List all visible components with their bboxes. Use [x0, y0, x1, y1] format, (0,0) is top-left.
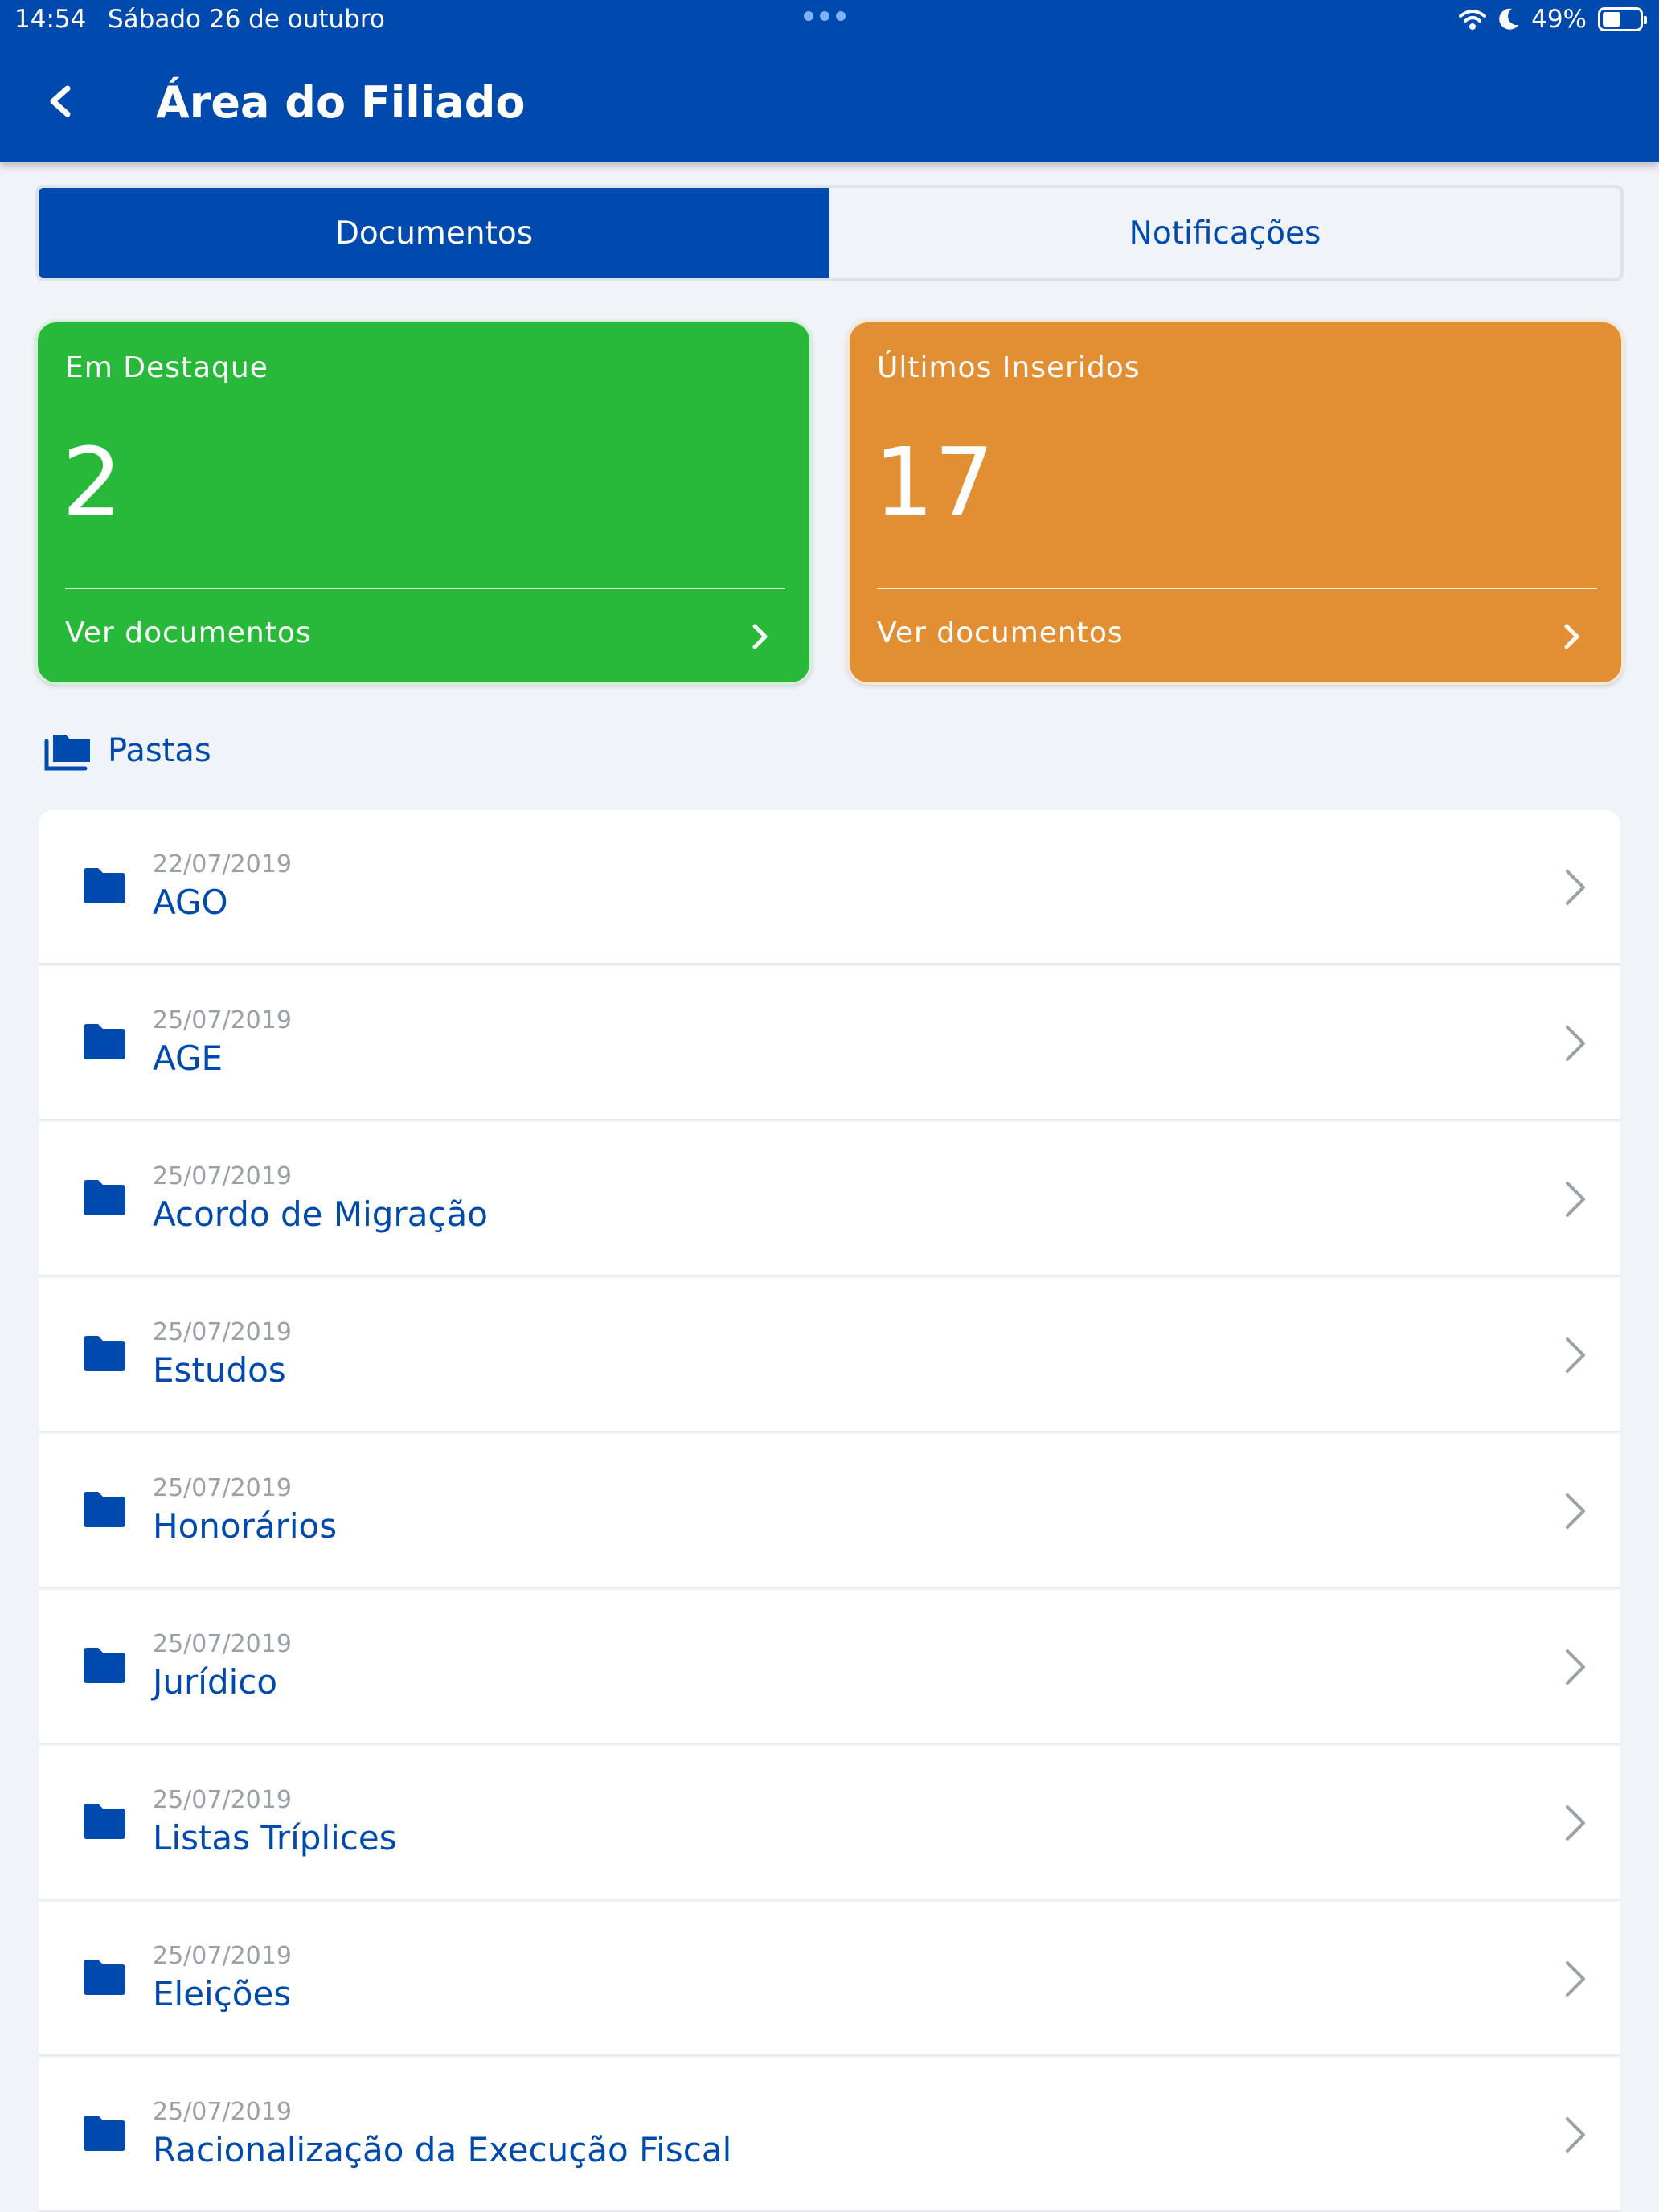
tab-notificacoes[interactable]: Notificações	[830, 188, 1620, 278]
folder-icon	[84, 1180, 125, 1215]
status-indicators: 49%	[1459, 5, 1647, 34]
multitasking-dots-icon[interactable]	[804, 11, 846, 21]
folder-icon	[84, 1804, 125, 1839]
folder-name: Jurídico	[153, 1662, 278, 1702]
chevron-right-icon	[1566, 2117, 1585, 2153]
folder-name: Acordo de Migração	[153, 1194, 488, 1234]
battery-percent: 49%	[1531, 5, 1587, 34]
moon-icon	[1499, 8, 1519, 30]
recent-card-count: 17	[874, 427, 995, 538]
folder-row[interactable]: 25/07/2019 Racionalização da Execução Fi…	[39, 2058, 1620, 2212]
recent-card-link[interactable]: Ver documentos	[877, 616, 1124, 649]
folder-date: 25/07/2019	[153, 1474, 292, 1502]
folder-date: 25/07/2019	[153, 1006, 292, 1034]
folder-icon	[84, 1492, 125, 1527]
folder-date: 25/07/2019	[153, 1162, 292, 1190]
recent-card[interactable]: Últimos Inseridos 17 Ver documentos	[847, 320, 1624, 685]
folder-list: 22/07/2019 AGO 25/07/2019 AGE 25/07/2019…	[39, 810, 1620, 2212]
folder-name: AGO	[153, 883, 228, 922]
folder-row[interactable]: 22/07/2019 AGO	[39, 810, 1620, 965]
folder-date: 25/07/2019	[153, 2098, 292, 2126]
folder-icon	[84, 1336, 125, 1371]
folder-name: Estudos	[153, 1350, 286, 1390]
status-date: Sábado 26 de outubro	[108, 5, 385, 34]
highlight-card[interactable]: Em Destaque 2 Ver documentos	[35, 320, 812, 685]
chevron-right-icon	[1566, 1026, 1585, 1061]
folder-name: Honorários	[153, 1506, 338, 1546]
chevron-right-icon	[1566, 1337, 1585, 1373]
folder-date: 22/07/2019	[153, 850, 292, 879]
highlight-card-label: Em Destaque	[65, 351, 268, 384]
app-header: 14:54 Sábado 26 de outubro 49% Área do F…	[0, 0, 1659, 162]
folder-name: Eleições	[153, 1974, 292, 2013]
chevron-right-icon	[1566, 1805, 1585, 1841]
folder-row[interactable]: 25/07/2019 AGE	[39, 966, 1620, 1120]
folder-row[interactable]: 25/07/2019 Estudos	[39, 1278, 1620, 1432]
chevron-right-icon	[1566, 1649, 1585, 1685]
folder-row[interactable]: 25/07/2019 Acordo de Migração	[39, 1122, 1620, 1276]
folder-name: Listas Tríplices	[153, 1818, 397, 1858]
folder-date: 25/07/2019	[153, 1786, 292, 1814]
card-divider	[65, 588, 785, 589]
segment-tabs: Documentos Notificações	[35, 185, 1624, 281]
status-time: 14:54	[14, 5, 87, 34]
folder-row[interactable]: 25/07/2019 Eleições	[39, 1902, 1620, 2056]
folder-icon	[84, 1648, 125, 1683]
chevron-right-icon	[1566, 1961, 1585, 1997]
folder-icon	[84, 1960, 125, 1995]
card-divider	[877, 588, 1597, 589]
folder-icon	[84, 2116, 125, 2151]
page-title: Área do Filiado	[156, 77, 526, 128]
folders-section-header: Pastas	[43, 730, 211, 772]
folder-date: 25/07/2019	[153, 1318, 292, 1346]
folder-row[interactable]: 25/07/2019 Jurídico	[39, 1590, 1620, 1744]
folder-icon	[84, 1024, 125, 1059]
chevron-right-icon	[752, 624, 768, 649]
recent-card-label: Últimos Inseridos	[877, 351, 1141, 384]
folders-icon	[44, 735, 90, 771]
chevron-right-icon	[1566, 1182, 1585, 1217]
folder-name: AGE	[153, 1038, 223, 1078]
status-bar: 14:54 Sábado 26 de outubro 49%	[0, 0, 1659, 40]
chevron-right-icon	[1566, 870, 1585, 905]
folder-icon	[84, 868, 125, 903]
chevron-right-icon	[1566, 1493, 1585, 1529]
folder-row[interactable]: 25/07/2019 Listas Tríplices	[39, 1746, 1620, 1900]
highlight-card-link[interactable]: Ver documentos	[65, 616, 312, 649]
back-arrow-icon[interactable]	[42, 77, 82, 125]
folder-date: 25/07/2019	[153, 1630, 292, 1658]
folders-section-title: Pastas	[108, 732, 211, 769]
wifi-icon	[1459, 10, 1487, 30]
battery-icon	[1598, 7, 1647, 31]
highlight-card-count: 2	[62, 427, 123, 538]
chevron-right-icon	[1564, 624, 1579, 649]
tab-documentos[interactable]: Documentos	[39, 188, 830, 278]
folder-date: 25/07/2019	[153, 1942, 292, 1970]
folder-name: Racionalização da Execução Fiscal	[153, 2130, 732, 2169]
folder-row[interactable]: 25/07/2019 Honorários	[39, 1434, 1620, 1588]
